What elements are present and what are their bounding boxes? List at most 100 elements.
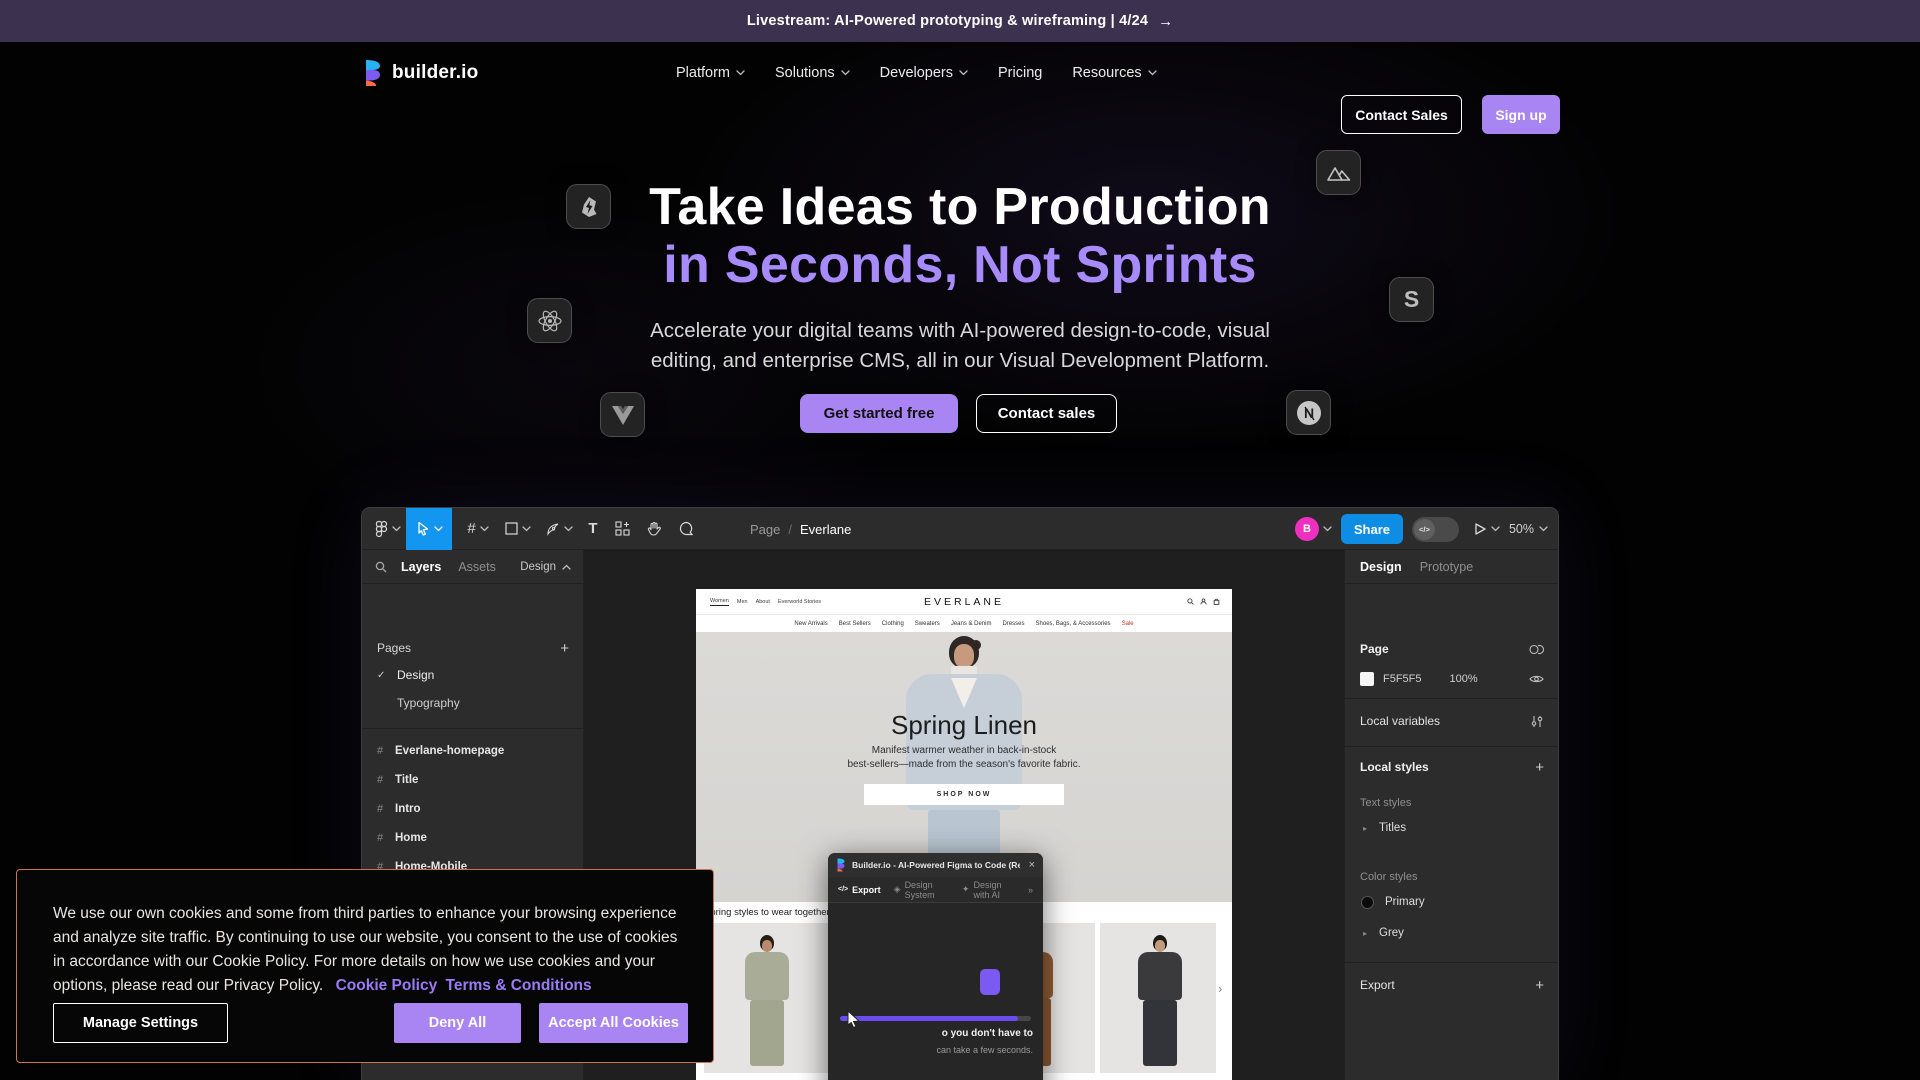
account-icon[interactable] [1200, 598, 1207, 605]
close-icon[interactable]: × [1029, 859, 1035, 871]
zoom-level-control[interactable]: 50% [1509, 522, 1548, 536]
signup-button[interactable]: Sign up [1482, 95, 1560, 134]
add-export-button[interactable]: + [1535, 977, 1544, 994]
user-avatar[interactable]: B [1295, 517, 1319, 541]
chevron-up-icon[interactable] [562, 564, 571, 570]
cookie-policy-link[interactable]: Cookie Policy [336, 977, 438, 994]
frame-row-title[interactable]: # Title [362, 765, 583, 794]
nav-item-resources[interactable]: Resources [1072, 65, 1156, 81]
comment-icon [679, 521, 694, 536]
tab-assets[interactable]: Assets [458, 560, 496, 574]
category-link[interactable]: Sweaters [915, 621, 940, 627]
carousel-next-arrow[interactable]: › [1218, 981, 1222, 996]
color-swatch[interactable] [1360, 672, 1374, 686]
page-row-label: Design [397, 668, 434, 682]
category-link[interactable]: New Arrivals [794, 621, 827, 627]
category-link[interactable]: Dresses [1003, 621, 1025, 627]
color-styles-label: Color styles [1360, 867, 1417, 885]
frame-row-intro[interactable]: # Intro [362, 794, 583, 823]
components-icon [615, 521, 630, 536]
triangle-right-icon[interactable]: ▸ [1363, 824, 1367, 833]
category-link[interactable]: Shoes, Bags, & Accessories [1036, 621, 1111, 627]
nav-item-pricing[interactable]: Pricing [998, 65, 1042, 81]
breadcrumb-section[interactable]: Page [750, 522, 780, 537]
page-row-design[interactable]: ✓ Design [362, 662, 583, 688]
page-color-opacity[interactable]: 100% [1450, 673, 1478, 685]
deny-all-button[interactable]: Deny All [394, 1003, 521, 1043]
category-link[interactable]: Best Sellers [839, 621, 871, 627]
get-started-button[interactable]: Get started free [800, 394, 958, 433]
chevron-down-icon[interactable] [1323, 526, 1332, 532]
sparkle-icon: ✦ [962, 884, 970, 895]
more-tabs-icon[interactable]: » [1028, 885, 1033, 895]
frame-tool-button[interactable]: # [458, 508, 498, 550]
page-color-hex[interactable]: F5F5F5 [1383, 673, 1422, 685]
pen-tool-button[interactable] [538, 508, 580, 550]
zoom-level-value: 50% [1509, 522, 1534, 536]
comment-tool-button[interactable] [670, 508, 702, 550]
chevron-down-icon [522, 526, 531, 532]
accept-all-cookies-button[interactable]: Accept All Cookies [539, 1003, 688, 1043]
components-tool-button[interactable] [606, 508, 638, 550]
plugin-tab-design-system[interactable]: ◈ Design System [894, 880, 949, 900]
frame-row-everlane-homepage[interactable]: # Everlane-homepage [362, 736, 583, 765]
adjustments-icon[interactable] [1531, 715, 1543, 728]
tab-prototype[interactable]: Prototype [1420, 560, 1474, 574]
bag-icon[interactable] [1213, 598, 1220, 605]
eye-icon[interactable] [1529, 674, 1544, 684]
category-link-sale[interactable]: Sale [1122, 621, 1134, 627]
category-link[interactable]: Jeans & Denim [951, 621, 992, 627]
nav-item-platform[interactable]: Platform [676, 65, 745, 81]
tab-design[interactable]: Design [1360, 560, 1402, 574]
plugin-tab-design-with-ai[interactable]: ✦ Design with AI [962, 880, 1015, 900]
nav-item-developers[interactable]: Developers [880, 65, 968, 81]
variables-icon[interactable] [1529, 644, 1544, 655]
category-link[interactable]: Clothing [882, 621, 904, 627]
everlane-nav-stories[interactable]: Everworld Stories [778, 599, 821, 605]
contact-sales-button[interactable]: Contact Sales [1341, 95, 1462, 134]
nuxt-icon [1316, 150, 1361, 195]
plugin-tab-export[interactable]: </> Export [838, 885, 881, 895]
present-control[interactable] [1474, 522, 1500, 536]
product-card[interactable] [1100, 923, 1216, 1073]
everlane-nav-women[interactable]: Women [710, 598, 729, 606]
page-selector-dropdown[interactable]: Design [520, 561, 556, 573]
product-card[interactable] [704, 923, 831, 1073]
everlane-nav-men[interactable]: Men [737, 599, 748, 605]
mouse-cursor [846, 1010, 862, 1028]
frame-row-home[interactable]: # Home [362, 823, 583, 852]
tab-layers[interactable]: Layers [401, 560, 441, 574]
cookie-consent-dialog: We use our own cookies and some from thi… [16, 869, 714, 1063]
search-icon[interactable] [1187, 598, 1194, 605]
color-style-primary-row[interactable]: Primary [1345, 890, 1558, 914]
nav-item-solutions[interactable]: Solutions [775, 65, 850, 81]
local-variables-row[interactable]: Local variables [1345, 708, 1558, 734]
search-icon[interactable] [375, 561, 387, 573]
main-menu-button[interactable] [370, 508, 406, 550]
frame-icon: # [377, 774, 395, 786]
page-row-typography[interactable]: Typography [362, 690, 583, 716]
page-background-row[interactable]: F5F5F5 100% [1345, 668, 1558, 690]
contact-sales-hero-button[interactable]: Contact sales [976, 394, 1117, 433]
move-tool-button[interactable] [406, 508, 452, 550]
manage-settings-button[interactable]: Manage Settings [53, 1003, 228, 1043]
livestream-banner[interactable]: Livestream: AI-Powered prototyping & wir… [0, 0, 1920, 42]
plugin-titlebar[interactable]: Builder.io - AI-Powered Figma to Code (R… [828, 853, 1043, 877]
terms-conditions-link[interactable]: Terms & Conditions [446, 977, 592, 994]
add-style-button[interactable]: + [1535, 759, 1544, 776]
divider [1345, 746, 1558, 747]
everlane-nav-about[interactable]: About [756, 599, 770, 605]
share-button[interactable]: Share [1341, 514, 1403, 544]
breadcrumb-page-name[interactable]: Everlane [800, 522, 851, 537]
page-section-label: Page [1360, 642, 1389, 656]
triangle-right-icon[interactable]: ▸ [1363, 929, 1367, 938]
shape-tool-button[interactable] [498, 508, 538, 550]
brand-logo[interactable]: builder.io [363, 42, 478, 104]
text-style-titles-row[interactable]: ▸ Titles [1345, 816, 1558, 840]
text-tool-button[interactable]: T [580, 508, 606, 550]
add-page-button[interactable]: + [560, 640, 569, 657]
color-style-grey-row[interactable]: ▸ Grey [1345, 921, 1558, 945]
hand-tool-button[interactable] [638, 508, 670, 550]
dev-mode-toggle[interactable]: </> [1412, 517, 1459, 542]
shop-now-button[interactable]: SHOP NOW [864, 784, 1064, 805]
